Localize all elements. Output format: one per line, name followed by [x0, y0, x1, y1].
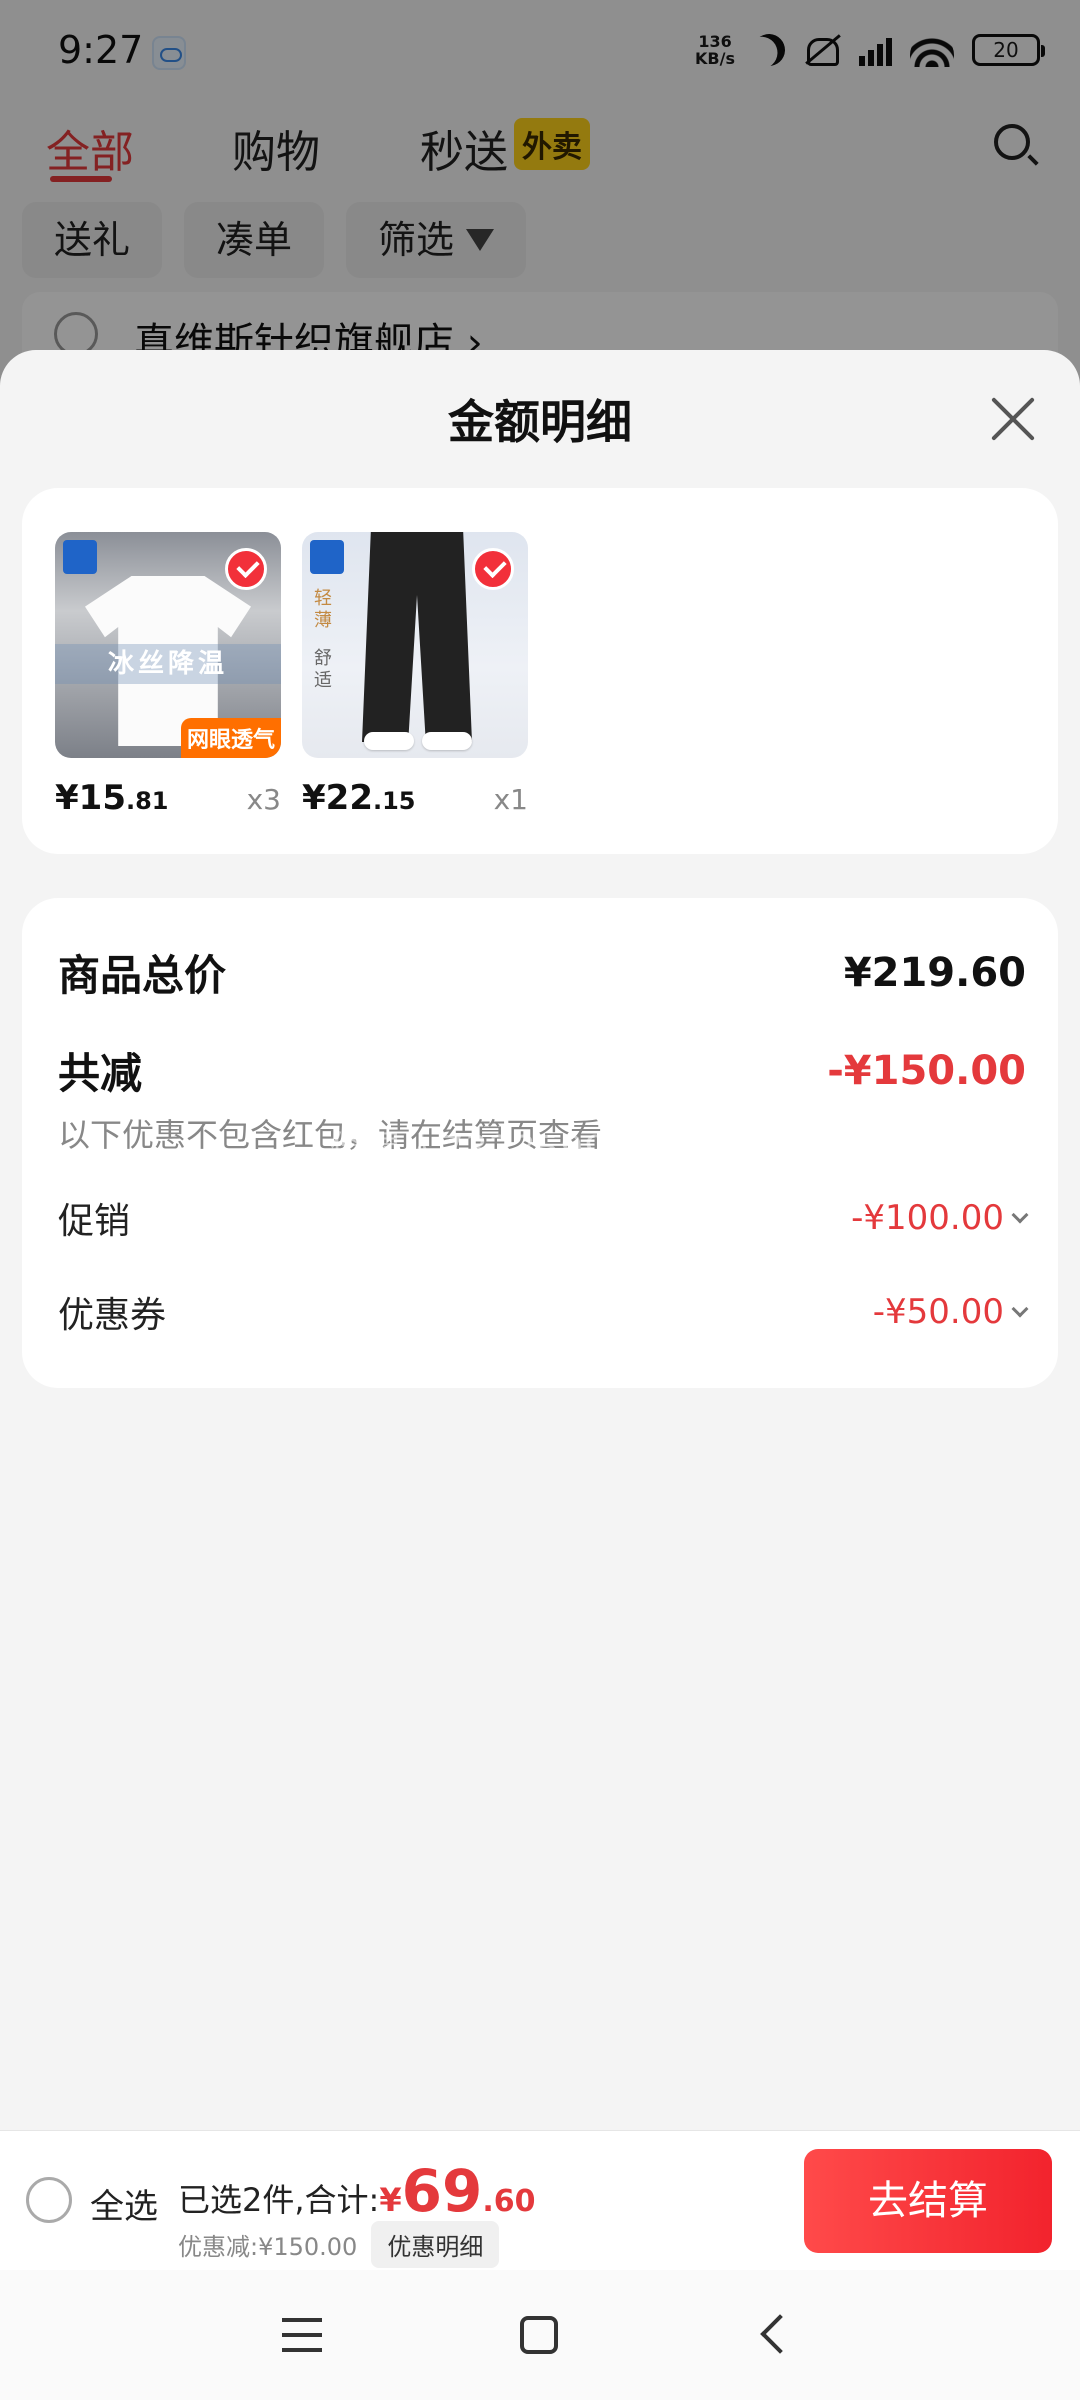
promo-row[interactable]: 促销 -¥100.00: [58, 1192, 1029, 1244]
product-image-caption: 轻薄: [314, 588, 332, 631]
home-icon[interactable]: [520, 2316, 558, 2354]
close-icon[interactable]: [988, 394, 1038, 444]
system-nav-bar: [0, 2270, 1080, 2400]
back-icon[interactable]: [760, 2314, 800, 2354]
promo-amount: -¥100.00: [851, 1198, 1004, 1238]
shoe-graphic: [364, 732, 414, 750]
discount-detail-button[interactable]: 优惠明细: [371, 2221, 500, 2268]
total-price-label: 商品总价: [58, 951, 227, 1000]
product-quantity: x1: [493, 783, 528, 816]
total-price-value: ¥219.60: [843, 949, 1026, 996]
amount-detail-sheet: 金额明细 冰丝降温 网眼透气 ¥15.81 x3 轻薄 舒适 ¥22.15 x1…: [0, 350, 1080, 2130]
chevron-down-icon: [1011, 1206, 1029, 1224]
shoe-graphic: [422, 732, 472, 750]
product-image-caption-2: 舒适: [314, 648, 332, 691]
recent-apps-icon[interactable]: [282, 2318, 322, 2352]
product-price: ¥22.15: [302, 778, 416, 818]
discount-value: -¥150.00: [827, 1047, 1026, 1094]
checked-icon[interactable]: [225, 548, 267, 590]
product-item[interactable]: 轻薄 舒适 ¥22.15 x1: [302, 532, 528, 818]
promo-value[interactable]: -¥100.00: [851, 1198, 1029, 1238]
checkout-button[interactable]: 去结算: [804, 2149, 1052, 2253]
selected-count-text: 已选2件,合计:: [178, 2181, 380, 2219]
brand-logo: [63, 540, 97, 574]
product-image[interactable]: 冰丝降温 网眼透气: [55, 532, 281, 758]
summary-discount-row: 共减 -¥150.00: [58, 1040, 1026, 1101]
coupon-label: 优惠券: [58, 1295, 167, 1336]
product-price-int: ¥15: [55, 778, 126, 818]
product-image-tag: 网眼透气: [180, 718, 281, 758]
watermark: 傻星人7323599OU: [330, 1129, 666, 1170]
products-card: 冰丝降温 网眼透气 ¥15.81 x3 轻薄 舒适 ¥22.15 x1: [22, 488, 1058, 854]
checkout-bar: 全选 已选2件,合计: ¥ 69 .60 优惠减:¥150.00 优惠明细 去结…: [0, 2130, 1080, 2270]
product-price-dec: .15: [372, 787, 416, 815]
coupon-row[interactable]: 优惠券 -¥50.00: [58, 1286, 1029, 1338]
total-amount-dec: .60: [482, 2184, 536, 2219]
discount-amount-text: 优惠减:¥150.00: [178, 2233, 358, 2261]
product-price-row: ¥15.81 x3: [55, 778, 281, 818]
sheet-title: 金额明细: [448, 395, 632, 449]
product-price-row: ¥22.15 x1: [302, 778, 528, 818]
product-image[interactable]: 轻薄 舒适: [302, 532, 528, 758]
promo-label: 促销: [58, 1201, 131, 1242]
checked-icon[interactable]: [472, 548, 514, 590]
product-price-int: ¥22: [302, 778, 373, 818]
discount-label: 共减: [58, 1049, 143, 1098]
product-image-caption: 冰丝降温: [55, 644, 281, 684]
select-all-label[interactable]: 全选: [90, 2179, 158, 2228]
coupon-value[interactable]: -¥50.00: [872, 1292, 1029, 1332]
total-amount-int: 69: [401, 2157, 483, 2225]
select-all-radio[interactable]: [26, 2177, 72, 2223]
product-price: ¥15.81: [55, 778, 169, 818]
brand-logo: [310, 540, 344, 574]
selected-summary: 已选2件,合计: ¥ 69 .60: [178, 2157, 535, 2225]
product-quantity: x3: [246, 783, 281, 816]
summary-total-row: 商品总价 ¥219.60: [58, 942, 1026, 1003]
total-currency: ¥: [379, 2181, 402, 2219]
product-price-dec: .81: [125, 787, 169, 815]
product-item[interactable]: 冰丝降温 网眼透气 ¥15.81 x3: [55, 532, 281, 818]
discount-summary: 优惠减:¥150.00 优惠明细: [178, 2221, 500, 2268]
coupon-amount: -¥50.00: [872, 1292, 1004, 1332]
chevron-down-icon: [1011, 1300, 1029, 1318]
pants-graphic: [362, 532, 472, 742]
